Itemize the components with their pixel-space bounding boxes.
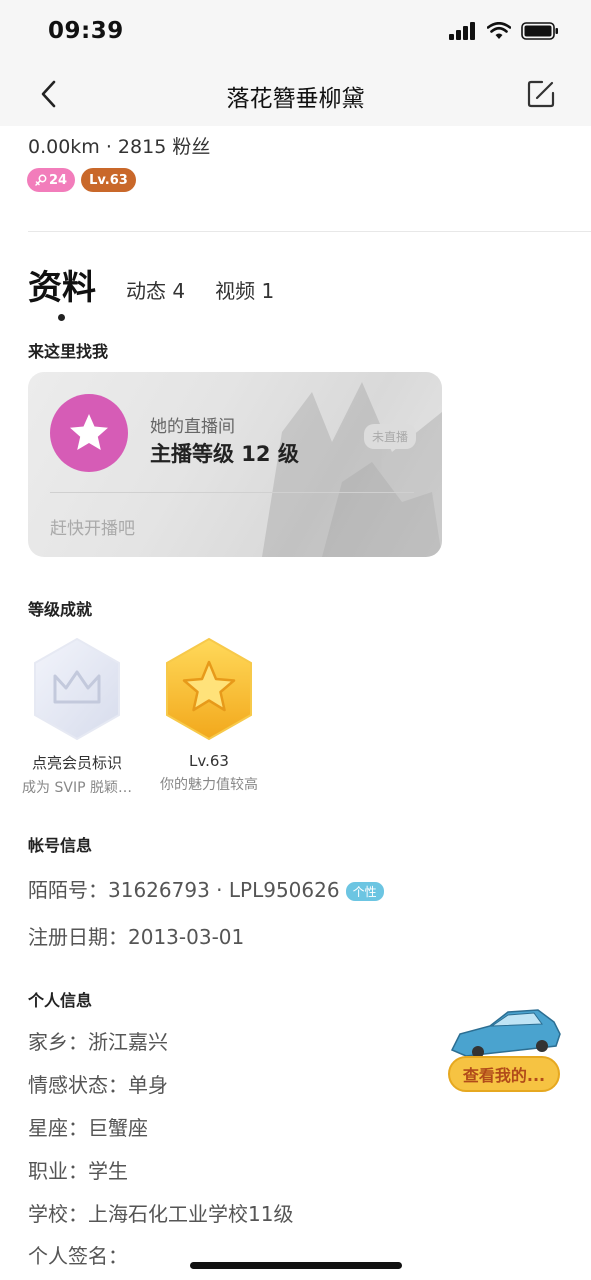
tab-info[interactable]: 资料 <box>28 260 96 321</box>
star-icon <box>70 414 108 450</box>
edit-icon[interactable] <box>525 78 557 110</box>
tab-moments[interactable]: 动态 4 <box>126 275 185 309</box>
achievement-desc: 成为 SVIP 脱颖… <box>22 780 132 796</box>
achievement-item[interactable]: Lv.63 你的魅力值较高 <box>146 636 272 794</box>
live-hint: 赶快开播吧 <box>50 519 135 539</box>
achievement-name: 点亮会员标识 <box>31 754 122 772</box>
nav-bar: 落花簪垂柳黛 <box>0 62 591 126</box>
achievement-name: Lv.63 <box>189 752 229 770</box>
live-status-badge: 未直播 <box>363 424 416 449</box>
personal-info-title: 个人信息 <box>28 991 93 1010</box>
relationship-status: 情感状态：单身 <box>28 1073 168 1097</box>
star-icon <box>166 637 252 741</box>
school: 学校：上海石化工业学校11级 <box>28 1202 294 1226</box>
momo-id: 陌陌号：31626793 · LPL950626 <box>28 878 340 902</box>
custom-id-tag: 个性 <box>345 882 384 901</box>
live-avatar <box>50 394 128 472</box>
live-subtitle: 她的直播间 <box>150 417 235 437</box>
car-widget[interactable]: 查看我的... <box>446 1000 564 1100</box>
live-title: 主播等级 12 级 <box>150 442 299 466</box>
register-date: 注册日期：2013-03-01 <box>28 925 245 949</box>
page-title: 落花簪垂柳黛 <box>226 86 365 112</box>
signature: 个人签名： <box>28 1244 128 1268</box>
wifi-icon <box>487 22 511 39</box>
view-my-car-button[interactable]: 查看我的... <box>448 1056 560 1092</box>
female-icon <box>35 174 47 186</box>
account-info-title: 帐号信息 <box>28 836 93 855</box>
profile-tabs: 资料 动态 4 视频 1 <box>28 260 304 321</box>
tab-info-label: 资料 <box>28 268 96 308</box>
profile-badges: 24 Lv.63 <box>27 168 136 192</box>
status-bar: 09:39 <box>0 0 591 62</box>
profile-stats: 0.00km · 2815 粉丝 <box>28 136 211 158</box>
momo-id-line: 陌陌号：31626793 · LPL950626 个性 <box>28 874 384 903</box>
level-badge: Lv.63 <box>81 168 136 192</box>
status-icons <box>449 22 559 40</box>
tab-videos[interactable]: 视频 1 <box>215 275 274 309</box>
hometown: 家乡：浙江嘉兴 <box>28 1030 168 1054</box>
signal-icon <box>449 22 475 40</box>
achievements-list: 点亮会员标识 成为 SVIP 脱颖… Lv.63 你的魅力值较高 <box>0 636 591 796</box>
status-time: 09:39 <box>48 18 124 44</box>
find-me-title: 来这里找我 <box>28 342 109 361</box>
live-card-divider <box>50 492 414 493</box>
home-indicator <box>190 1262 402 1269</box>
achievement-item[interactable]: 点亮会员标识 成为 SVIP 脱颖… <box>14 636 140 797</box>
job: 职业：学生 <box>28 1159 128 1183</box>
car-icon <box>450 1009 561 1058</box>
achievement-desc: 你的魅力值较高 <box>160 777 258 793</box>
achievements-title: 等级成就 <box>28 600 93 619</box>
gender-age-badge: 24 <box>27 168 76 192</box>
crown-icon <box>34 637 120 741</box>
age-label: 24 <box>49 172 68 188</box>
divider <box>28 231 591 232</box>
active-tab-indicator <box>58 314 65 321</box>
zodiac: 星座：巨蟹座 <box>28 1116 148 1140</box>
battery-icon <box>521 22 558 40</box>
live-room-card[interactable]: 她的直播间 主播等级 12 级 未直播 赶快开播吧 <box>28 372 442 557</box>
